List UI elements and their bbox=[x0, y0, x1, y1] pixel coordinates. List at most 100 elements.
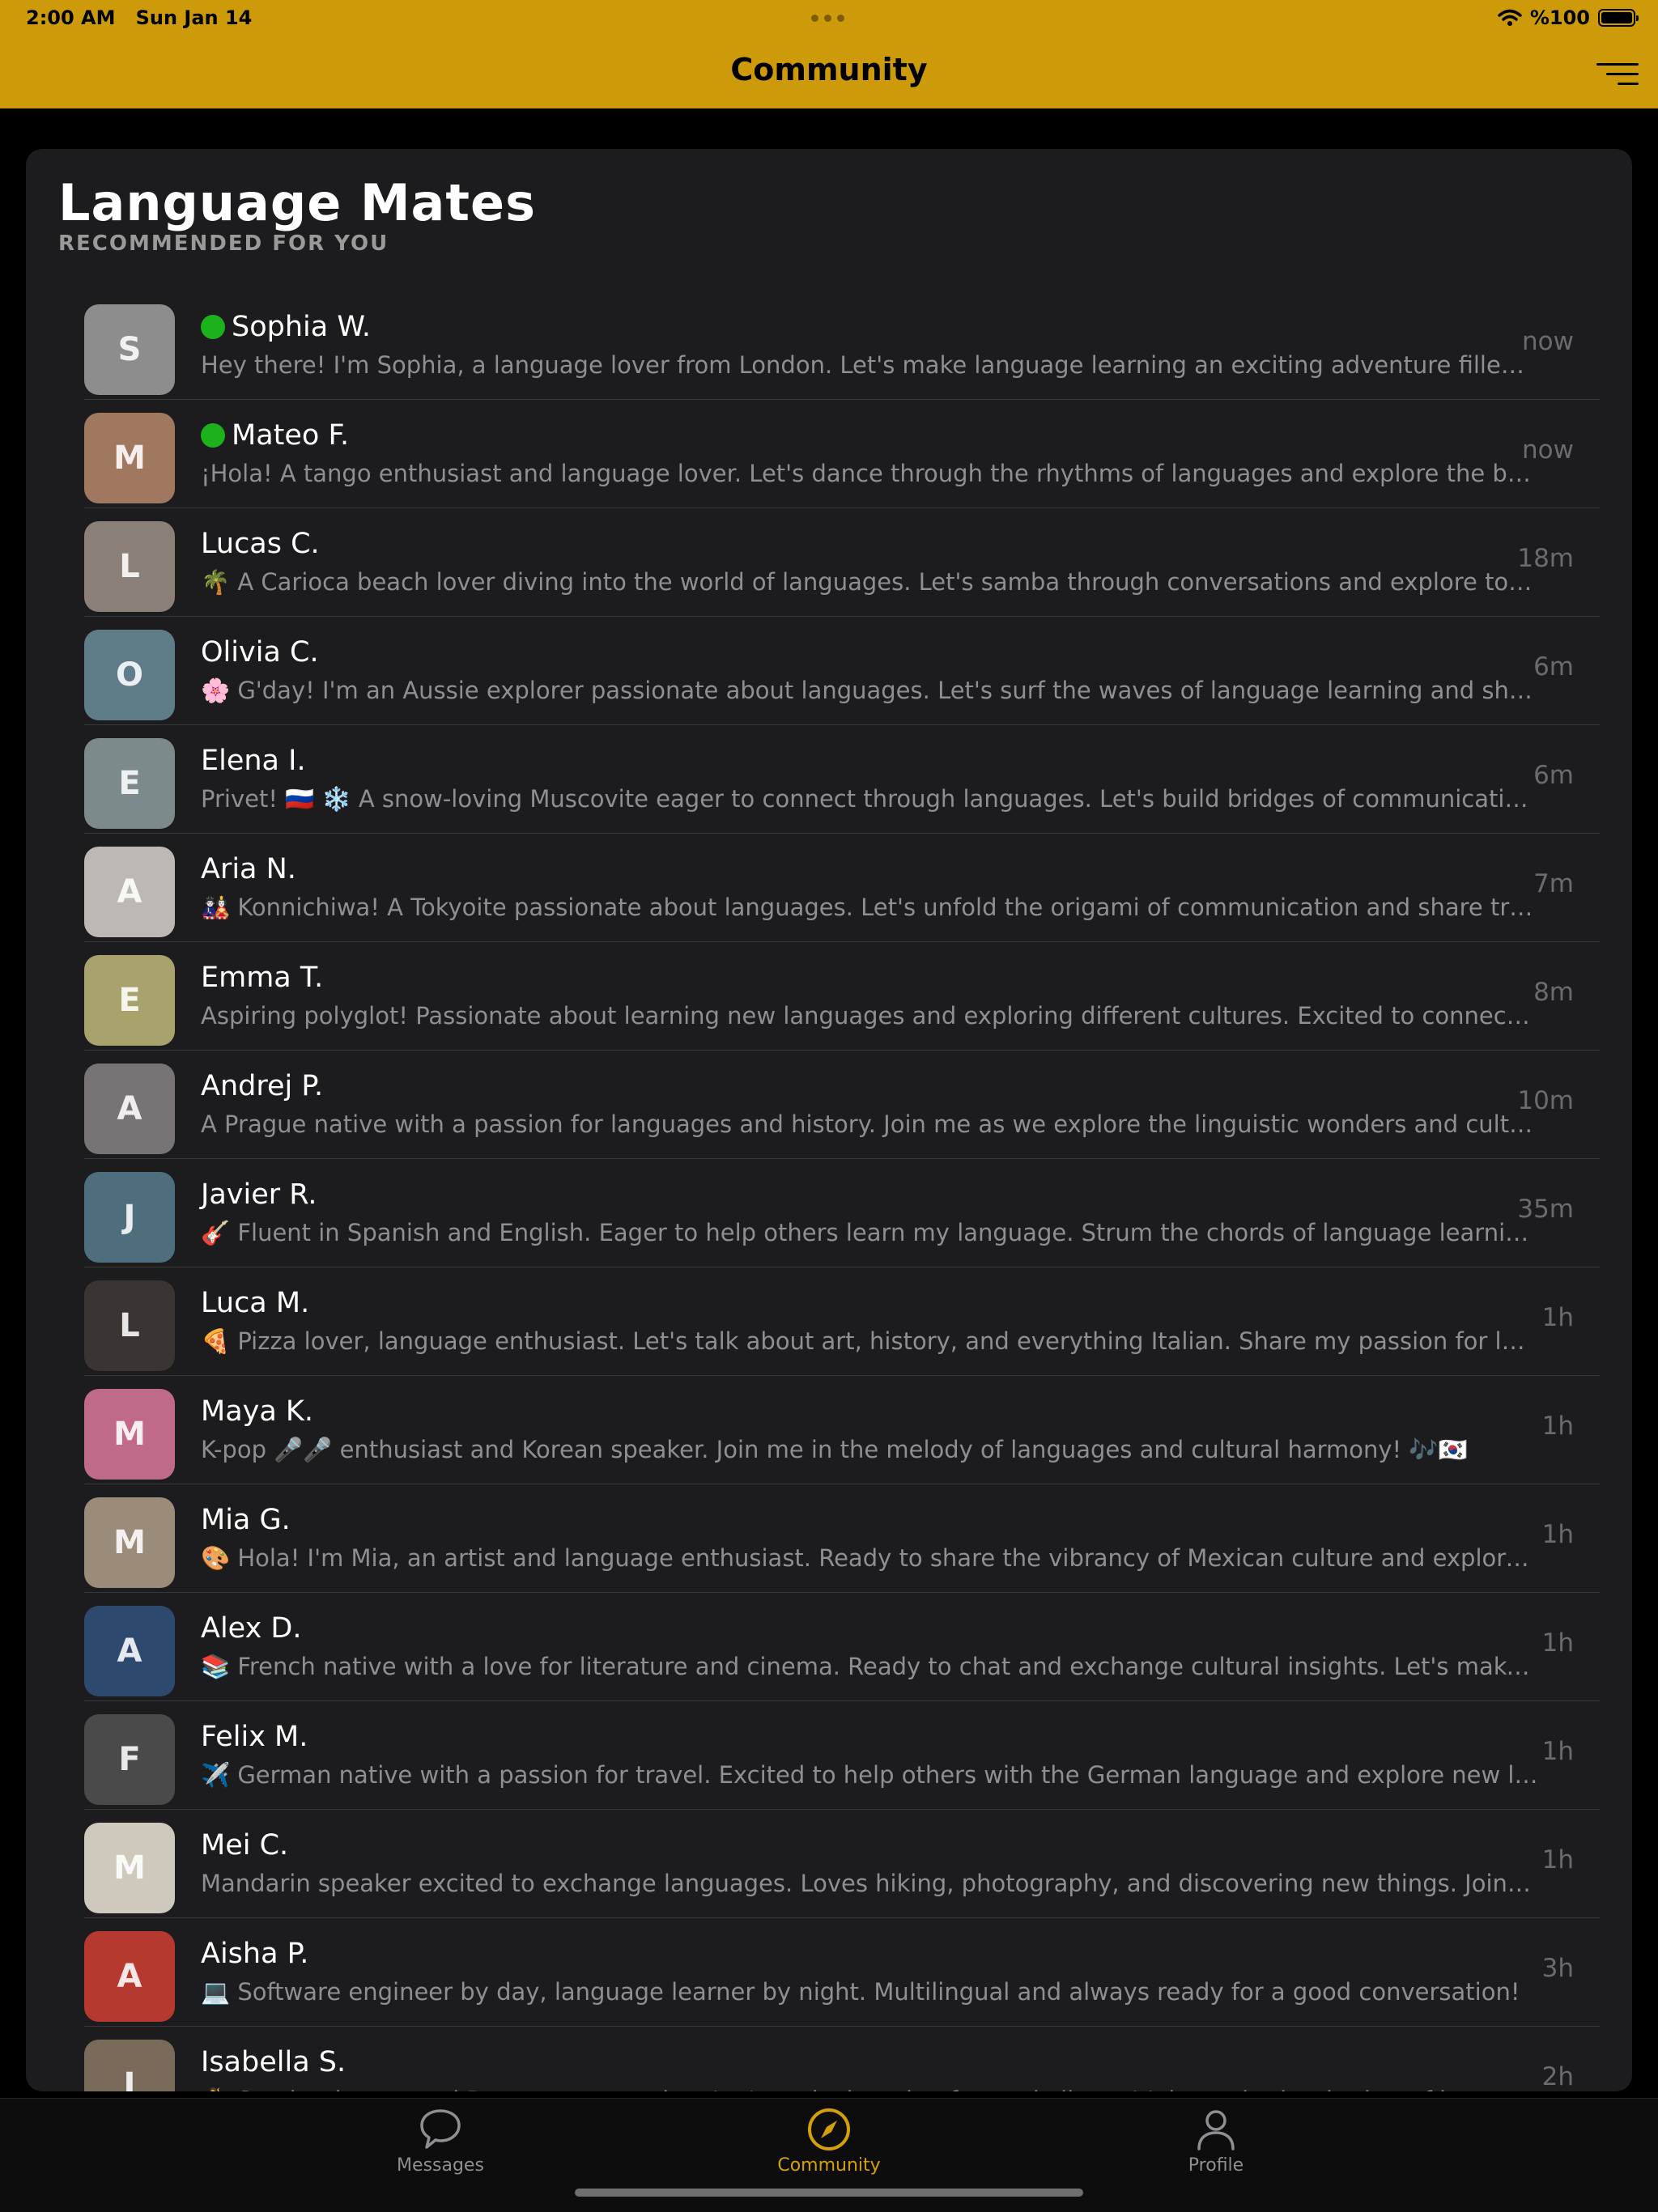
user-bio: Aspiring polyglot! Passionate about lear… bbox=[201, 1002, 1538, 1030]
tab-profile-label: Profile bbox=[1188, 2155, 1244, 2176]
user-name: Lucas C. bbox=[201, 528, 320, 560]
avatar[interactable]: O bbox=[84, 630, 175, 720]
last-active-time: 1h bbox=[1541, 1303, 1574, 1332]
multitasking-dots-icon[interactable] bbox=[811, 15, 844, 22]
user-row[interactable]: E Emma T. Aspiring polyglot! Passionate … bbox=[84, 942, 1600, 1051]
user-bio: 🍕 Pizza lover, language enthusiast. Let'… bbox=[201, 1327, 1538, 1355]
online-status-icon bbox=[201, 315, 225, 339]
user-bio: 🎨 Hola! I'm Mia, an artist and language … bbox=[201, 1544, 1538, 1572]
user-row[interactable]: A Aria N. 🎎 Konnichiwa! A Tokyoite passi… bbox=[84, 834, 1600, 942]
user-row[interactable]: A Alex D. 📚 French native with a love fo… bbox=[84, 1593, 1600, 1701]
battery-percent: %100 bbox=[1529, 6, 1590, 29]
avatar[interactable]: M bbox=[84, 1823, 175, 1913]
user-row[interactable]: M Mateo F. ¡Hola! A tango enthusiast and… bbox=[84, 400, 1600, 508]
status-indicators: %100 bbox=[1498, 6, 1639, 29]
user-name: Isabella S. bbox=[201, 2046, 346, 2078]
avatar[interactable]: A bbox=[84, 1606, 175, 1696]
last-active-time: 1h bbox=[1541, 1737, 1574, 1766]
last-active-time: now bbox=[1522, 327, 1574, 356]
user-name: Aria N. bbox=[201, 853, 296, 885]
user-row[interactable]: J Javier R. 🎸 Fluent in Spanish and Engl… bbox=[84, 1159, 1600, 1267]
filter-icon[interactable] bbox=[1593, 60, 1639, 89]
user-list: S Sophia W. Hey there! I'm Sophia, a lan… bbox=[84, 291, 1600, 2091]
user-bio: K-pop 🎤🎤 enthusiast and Korean speaker. … bbox=[201, 1436, 1468, 1463]
avatar[interactable]: M bbox=[84, 1497, 175, 1588]
last-active-time: 8m bbox=[1533, 978, 1574, 1007]
user-row[interactable]: M Maya K. K-pop 🎤🎤 enthusiast and Korean… bbox=[84, 1376, 1600, 1484]
avatar[interactable]: E bbox=[84, 955, 175, 1046]
user-name-line: Mei C. bbox=[201, 1829, 288, 1862]
language-mates-card: Language Mates RECOMMENDED FOR YOU S Sop… bbox=[26, 149, 1632, 2091]
user-name-line: Mia G. bbox=[201, 1504, 291, 1536]
user-bio: Privet! 🇷🇺 ❄️ A snow-loving Muscovite ea… bbox=[201, 785, 1538, 813]
user-name: Aisha P. bbox=[201, 1938, 309, 1970]
last-active-time: 35m bbox=[1517, 1195, 1574, 1224]
avatar[interactable]: L bbox=[84, 521, 175, 612]
user-name: Felix M. bbox=[201, 1721, 308, 1753]
user-row[interactable]: M Mia G. 🎨 Hola! I'm Mia, an artist and … bbox=[84, 1484, 1600, 1593]
tab-messages[interactable]: Messages bbox=[359, 2107, 521, 2176]
user-bio: 🌴 A Carioca beach lover diving into the … bbox=[201, 568, 1538, 596]
status-time: 2:00 AM Sun Jan 14 bbox=[26, 6, 252, 29]
avatar[interactable]: E bbox=[84, 738, 175, 829]
user-name-line: Lucas C. bbox=[201, 528, 320, 560]
user-name: Maya K. bbox=[201, 1395, 314, 1428]
user-row[interactable]: O Olivia C. 🌸 G'day! I'm an Aussie explo… bbox=[84, 617, 1600, 725]
user-name-line: Felix M. bbox=[201, 1721, 308, 1753]
user-name: Sophia W. bbox=[232, 311, 372, 343]
user-row[interactable]: A Aisha P. 💻 Software engineer by day, l… bbox=[84, 1918, 1600, 2027]
user-name-line: Sophia W. bbox=[201, 311, 371, 343]
user-name-line: Olivia C. bbox=[201, 636, 319, 669]
user-name-line: Elena I. bbox=[201, 745, 306, 777]
wifi-icon bbox=[1498, 9, 1522, 26]
avatar[interactable]: L bbox=[84, 1280, 175, 1371]
last-active-time: 10m bbox=[1517, 1086, 1574, 1115]
user-name-line: Isabella S. bbox=[201, 2046, 346, 2078]
user-bio: 💻 Software engineer by day, language lea… bbox=[201, 1978, 1520, 2006]
user-row[interactable]: A Andrej P. A Prague native with a passi… bbox=[84, 1051, 1600, 1159]
compass-icon bbox=[808, 2108, 850, 2150]
avatar[interactable]: J bbox=[84, 1172, 175, 1263]
user-bio: Mandarin speaker excited to exchange lan… bbox=[201, 1870, 1538, 1897]
avatar[interactable]: I bbox=[84, 2040, 175, 2091]
user-name-line: Andrej P. bbox=[201, 1070, 323, 1102]
online-status-icon bbox=[201, 423, 225, 448]
avatar[interactable]: F bbox=[84, 1714, 175, 1805]
avatar[interactable]: A bbox=[84, 1064, 175, 1154]
user-bio: Hey there! I'm Sophia, a language lover … bbox=[201, 351, 1538, 379]
tab-community-label: Community bbox=[777, 2155, 881, 2176]
avatar[interactable]: M bbox=[84, 1389, 175, 1480]
chat-bubble-icon bbox=[420, 2109, 461, 2149]
avatar[interactable]: S bbox=[84, 304, 175, 395]
last-active-time: 1h bbox=[1541, 1412, 1574, 1441]
user-bio: A Prague native with a passion for langu… bbox=[201, 1110, 1538, 1138]
avatar[interactable]: A bbox=[84, 1931, 175, 2022]
user-bio: 🎎 Konnichiwa! A Tokyoite passionate abou… bbox=[201, 894, 1538, 921]
user-row[interactable]: S Sophia W. Hey there! I'm Sophia, a lan… bbox=[84, 291, 1600, 400]
last-active-time: 2h bbox=[1541, 2062, 1574, 2091]
user-name: Elena I. bbox=[201, 745, 306, 777]
tab-community[interactable]: Community bbox=[748, 2107, 910, 2176]
user-bio: 🌸 G'day! I'm an Aussie explorer passiona… bbox=[201, 677, 1538, 704]
avatar[interactable]: M bbox=[84, 413, 175, 503]
user-name-line: Alex D. bbox=[201, 1612, 302, 1645]
page-title: Community bbox=[730, 52, 928, 87]
app-header: 2:00 AM Sun Jan 14 %100 Community bbox=[0, 0, 1658, 108]
tab-profile[interactable]: Profile bbox=[1135, 2107, 1297, 2176]
user-row[interactable]: L Luca M. 🍕 Pizza lover, language enthus… bbox=[84, 1267, 1600, 1376]
user-name-line: Aisha P. bbox=[201, 1938, 308, 1970]
avatar[interactable]: A bbox=[84, 847, 175, 937]
user-name: Alex D. bbox=[201, 1612, 302, 1645]
user-row[interactable]: I Isabella S. 💃 Samba dancer and Portugu… bbox=[84, 2027, 1600, 2091]
user-row[interactable]: E Elena I. Privet! 🇷🇺 ❄️ A snow-loving M… bbox=[84, 725, 1600, 834]
user-row[interactable]: M Mei C. Mandarin speaker excited to exc… bbox=[84, 1810, 1600, 1918]
battery-icon bbox=[1598, 9, 1639, 27]
last-active-time: 1h bbox=[1541, 1628, 1574, 1658]
user-row[interactable]: L Lucas C. 🌴 A Carioca beach lover divin… bbox=[84, 508, 1600, 617]
user-name-line: Javier R. bbox=[201, 1178, 317, 1211]
section-title: Language Mates bbox=[58, 173, 536, 232]
last-active-time: 6m bbox=[1533, 761, 1574, 790]
user-row[interactable]: F Felix M. ✈️ German native with a passi… bbox=[84, 1701, 1600, 1810]
user-name: Olivia C. bbox=[201, 636, 319, 669]
user-bio: ¡Hola! A tango enthusiast and language l… bbox=[201, 460, 1538, 487]
